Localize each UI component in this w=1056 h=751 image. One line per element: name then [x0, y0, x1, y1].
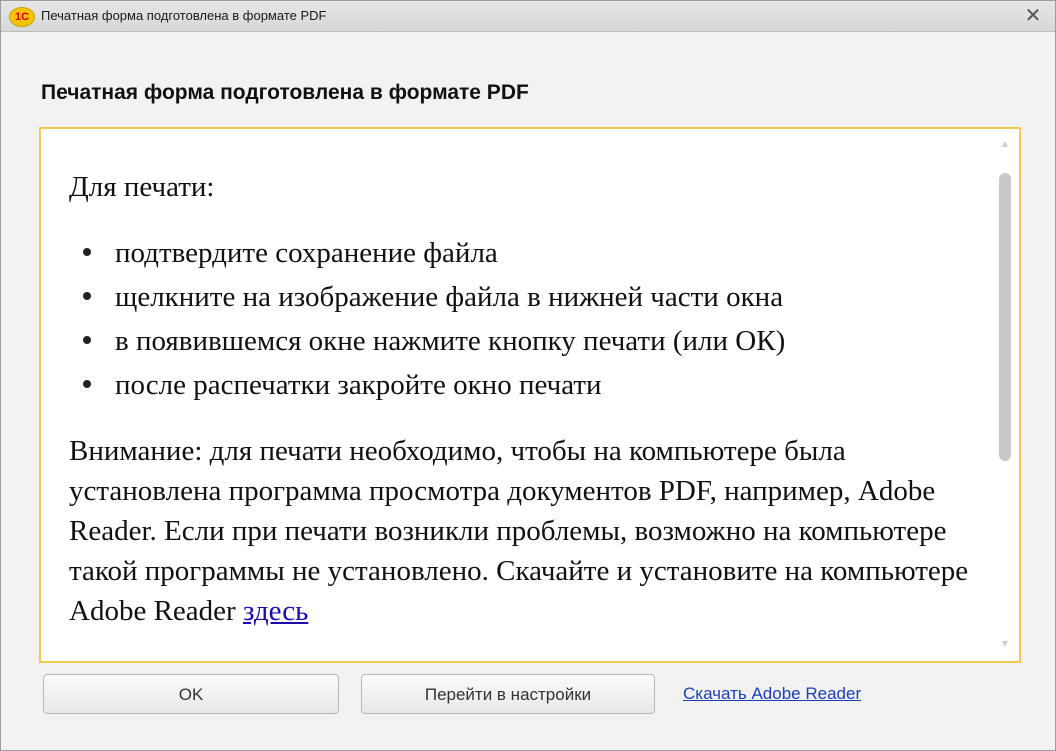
vertical-scrollbar[interactable]: ▲ ▼	[997, 139, 1013, 649]
close-icon[interactable]: ✕	[1021, 3, 1045, 27]
list-item: подтвердите сохранение файла	[83, 231, 979, 275]
download-here-link[interactable]: здесь	[243, 595, 308, 627]
intro-text: Для печати:	[69, 171, 215, 203]
step-text: подтвердите сохранение файла	[115, 237, 498, 269]
steps-list: подтвердите сохранение файла щелкните на…	[69, 231, 979, 407]
bullet-icon	[83, 336, 91, 344]
bullet-icon	[83, 248, 91, 256]
instructions-scroll-area[interactable]: Для печати: подтвердите сохранение файла…	[41, 129, 991, 661]
step-text: в появившемся окне нажмите кнопку печати…	[115, 325, 786, 357]
go-to-settings-button[interactable]: Перейти в настройки	[361, 674, 655, 714]
dialog-window: 1С Печатная форма подготовлена в формате…	[0, 0, 1056, 751]
warning-paragraph: Внимание: для печати необходимо, чтобы н…	[69, 431, 979, 631]
download-adobe-reader-link[interactable]: Скачать Adobe Reader	[683, 684, 861, 704]
title-bar: 1С Печатная форма подготовлена в формате…	[1, 1, 1055, 32]
list-item: щелкните на изображение файла в нижней ч…	[83, 275, 979, 319]
instructions-text: Для печати: подтвердите сохранение файла…	[69, 167, 979, 631]
list-item: в появившемся окне нажмите кнопку печати…	[83, 319, 979, 363]
step-text: после распечатки закройте окно печати	[115, 369, 602, 401]
list-item: после распечатки закройте окно печати	[83, 363, 979, 407]
ok-button[interactable]: OK	[43, 674, 339, 714]
scroll-down-icon[interactable]: ▼	[999, 639, 1011, 649]
scroll-up-icon[interactable]: ▲	[999, 139, 1011, 149]
bullet-icon	[83, 292, 91, 300]
instructions-panel: Для печати: подтвердите сохранение файла…	[39, 127, 1021, 663]
window-title: Печатная форма подготовлена в формате PD…	[41, 8, 327, 23]
bullet-icon	[83, 380, 91, 388]
warning-text: Внимание: для печати необходимо, чтобы н…	[69, 435, 969, 627]
step-text: щелкните на изображение файла в нижней ч…	[115, 281, 784, 313]
1c-logo-icon: 1С	[9, 7, 35, 27]
page-title: Печатная форма подготовлена в формате PD…	[41, 81, 529, 104]
scrollbar-thumb[interactable]	[999, 173, 1011, 461]
